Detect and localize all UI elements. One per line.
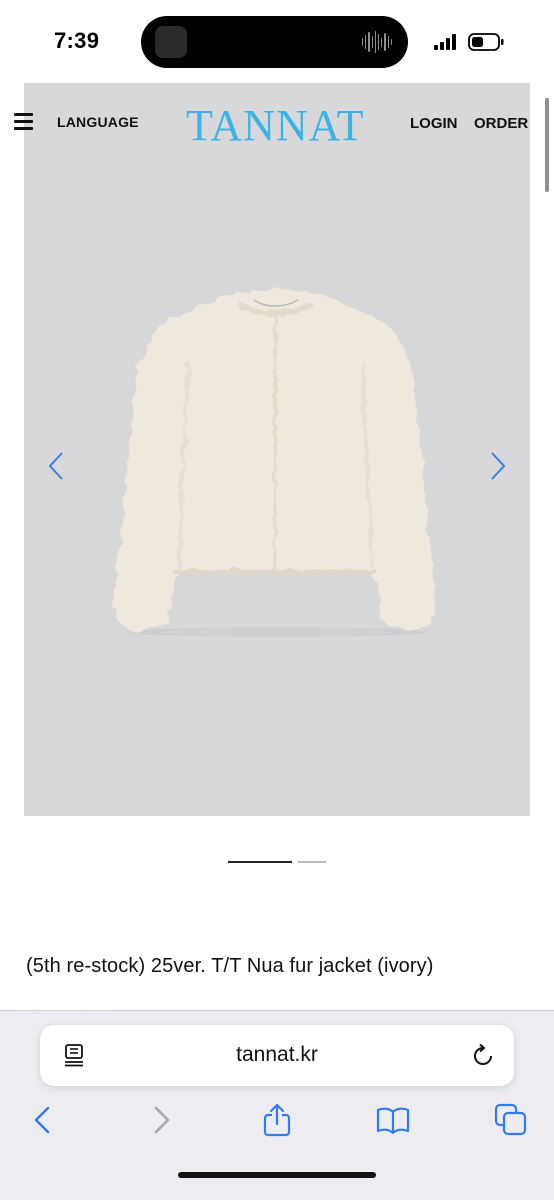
site-logo[interactable]: TANNAT [186,100,364,151]
login-link[interactable]: LOGIN [410,115,458,132]
menu-icon[interactable] [14,113,34,131]
carousel-pagination [0,861,554,865]
chevron-right-icon[interactable] [488,450,508,482]
share-icon[interactable] [260,1103,294,1137]
address-bar[interactable]: tannat.kr [40,1025,514,1086]
product-title: (5th re-stock) 25ver. T/T Nua fur jacket… [26,955,434,977]
reload-icon[interactable] [470,1043,496,1069]
audio-wave-icon [362,30,393,54]
pagination-active[interactable] [228,861,292,863]
forward-icon[interactable] [144,1103,178,1137]
bookmarks-icon[interactable] [376,1103,410,1137]
app-icon [155,26,187,58]
url-text[interactable]: tannat.kr [40,1043,514,1067]
signal-icon [434,34,456,50]
pagination-inactive[interactable] [298,861,326,863]
browser-toolbar: tannat.kr [0,1010,554,1200]
chevron-left-icon[interactable] [46,450,66,482]
order-link[interactable]: ORDER [474,115,528,132]
product-image-jacket [113,290,437,637]
tabs-icon[interactable] [494,1103,528,1137]
back-icon[interactable] [26,1103,60,1137]
status-time: 7:39 [54,28,100,53]
home-indicator [178,1172,376,1178]
scroll-indicator [545,98,549,192]
battery-icon [468,33,504,51]
site-header: LANGUAGE TANNAT LOGIN ORDER [0,96,554,152]
language-link[interactable]: LANGUAGE [57,114,139,130]
dynamic-island [141,16,408,68]
status-bar: 7:39 [0,0,554,82]
